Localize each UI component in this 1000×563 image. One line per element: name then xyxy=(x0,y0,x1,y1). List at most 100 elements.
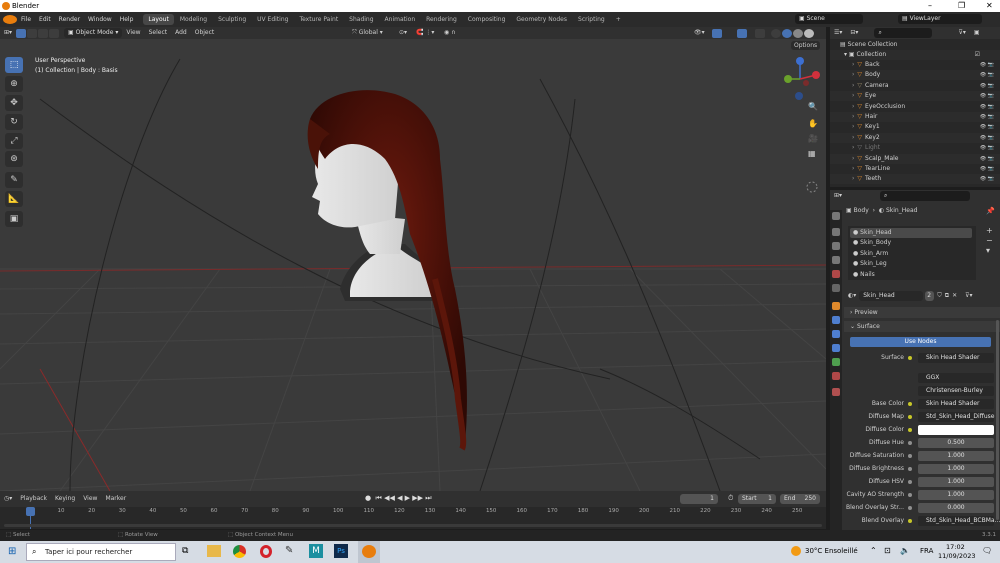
blender-menu-icon[interactable] xyxy=(3,15,17,24)
playhead[interactable] xyxy=(26,507,35,516)
output-tab-icon[interactable] xyxy=(832,242,840,250)
socket-dot-icon[interactable] xyxy=(908,402,912,406)
use-nodes-button[interactable]: Use Nodes xyxy=(850,337,991,347)
menu-select[interactable]: Select xyxy=(145,27,172,39)
socket-dot-icon[interactable] xyxy=(908,441,912,445)
outliner-item[interactable]: › ▽ Key1 👁 📷 xyxy=(830,122,1000,132)
tab-texture-paint[interactable]: Texture Paint xyxy=(294,14,343,25)
tab-geometry-nodes[interactable]: Geometry Nodes xyxy=(511,14,572,25)
menu-object[interactable]: Object xyxy=(191,27,219,39)
property-value-field[interactable]: 0.500 xyxy=(918,438,994,448)
tab-modeling[interactable]: Modeling xyxy=(175,14,212,25)
material-shading-icon[interactable] xyxy=(793,29,803,38)
material-slot[interactable]: ● Skin_Body xyxy=(850,238,972,248)
select-subtract-icon[interactable] xyxy=(38,28,49,38)
pivot-icon[interactable]: ⊙▾ xyxy=(395,27,411,39)
timeline-area[interactable]: 1102030405060708090100110120130140150160… xyxy=(0,507,826,529)
notifications-icon[interactable]: 🗨 xyxy=(982,546,992,555)
wireframe-shading-icon[interactable] xyxy=(771,29,781,38)
texture-tab-icon[interactable] xyxy=(832,388,840,396)
outliner-search[interactable]: ⌕ xyxy=(874,28,933,38)
property-value-field[interactable]: 1.000 xyxy=(918,477,994,487)
expand-arrow-icon[interactable]: › xyxy=(852,82,854,89)
close-icon[interactable]: ✕ xyxy=(986,1,993,10)
slot-specials-button[interactable]: ▾ xyxy=(986,246,993,256)
outliner-item[interactable]: › ▽ Key2 👁 📷 xyxy=(830,132,1000,143)
property-value-field[interactable]: Skin Head Shader xyxy=(918,399,994,409)
zoom-icon[interactable]: 🔍 xyxy=(808,102,818,111)
language-indicator[interactable]: FRA xyxy=(920,547,933,555)
outliner-item[interactable]: › ▽ Body 👁 📷 xyxy=(830,70,1000,81)
menu-help[interactable]: Help xyxy=(116,12,138,27)
property-value-field[interactable]: 0.000 xyxy=(918,503,994,513)
overlay-icon[interactable] xyxy=(737,29,747,38)
chrome-icon[interactable] xyxy=(233,545,246,558)
property-value-field[interactable]: 1.000 xyxy=(918,490,994,500)
taskbar-search-box[interactable]: ⌕ Taper ici pour rechercher xyxy=(26,543,176,561)
visibility-icon[interactable]: 👁 📷 xyxy=(980,122,994,132)
particles-tab-icon[interactable] xyxy=(832,330,840,338)
expand-arrow-icon[interactable]: › xyxy=(852,175,854,182)
preview-range-icon[interactable]: ⏱ xyxy=(728,494,733,503)
xray-icon[interactable] xyxy=(755,29,765,38)
visibility-icon[interactable]: 👁 📷 xyxy=(980,102,994,112)
expand-arrow-icon[interactable]: › xyxy=(852,71,854,78)
socket-dot-icon[interactable] xyxy=(908,480,912,484)
cursor-tool-icon[interactable]: ⊕ xyxy=(5,76,23,92)
3d-viewport[interactable]: User Perspective (1) Collection | Body :… xyxy=(0,39,826,491)
options-button[interactable]: Options xyxy=(791,41,821,50)
visibility-icon[interactable]: 👁 📷 xyxy=(980,81,994,91)
render-tab-icon[interactable] xyxy=(832,228,840,236)
expand-arrow-icon[interactable]: › xyxy=(852,103,854,110)
expand-arrow-icon[interactable]: › xyxy=(852,155,854,162)
expand-arrow-icon[interactable]: › xyxy=(852,123,854,130)
property-value-field[interactable]: Std_Skin_Head_Diffuse xyxy=(918,412,994,422)
tab-layout[interactable]: Layout xyxy=(143,14,174,25)
material-browse-icon[interactable]: ◐▾ xyxy=(848,292,856,299)
data-tab-icon[interactable] xyxy=(832,358,840,366)
socket-dot-icon[interactable] xyxy=(908,415,912,419)
outliner-editor-icon[interactable]: ☰▾ xyxy=(830,27,846,39)
maximize-icon[interactable]: ❐ xyxy=(958,1,965,10)
rotate-tool-icon[interactable]: ↻ xyxy=(5,114,23,130)
end-frame-field[interactable]: End 250 xyxy=(780,494,820,504)
mode-selector[interactable]: ▣ Object Mode ▾ xyxy=(64,28,123,38)
expand-arrow-icon[interactable]: › xyxy=(852,61,854,68)
remove-slot-button[interactable]: − xyxy=(986,236,993,246)
solid-shading-icon[interactable] xyxy=(782,29,792,38)
fake-user-icon[interactable]: ⛉ xyxy=(937,292,942,300)
menu-keying[interactable]: Keying xyxy=(51,493,79,505)
outliner-item[interactable]: › ▽ Back 👁 📷 xyxy=(830,60,1000,70)
properties-editor-icon[interactable]: ⊞▾ xyxy=(830,190,846,202)
proportional-edit-icon[interactable]: ◉ ∩ xyxy=(440,27,460,39)
menu-timeline-view[interactable]: View xyxy=(79,493,101,505)
view-layer-selector[interactable]: ▤ ViewLayer xyxy=(898,14,982,24)
property-value-field[interactable]: Std_Skin_Head_BCBMa... xyxy=(918,516,1000,526)
new-collection-icon[interactable]: ▣ xyxy=(970,27,984,39)
duplicate-material-icon[interactable]: ⧉ xyxy=(945,292,949,300)
expand-arrow-icon[interactable]: › xyxy=(852,113,854,120)
material-slot[interactable]: ● Skin_Leg xyxy=(850,259,972,269)
add-workspace-button[interactable]: + xyxy=(611,14,626,25)
material-slot[interactable]: ● Skin_Head xyxy=(850,228,972,238)
material-filter-icon[interactable]: ⊽▾ xyxy=(965,292,972,299)
surface-panel-header[interactable]: ⌄ Surface xyxy=(844,321,1000,332)
visibility-icon[interactable]: 👁 📷 xyxy=(980,60,994,70)
tab-rendering[interactable]: Rendering xyxy=(421,14,462,25)
expand-arrow-icon[interactable]: › xyxy=(852,165,854,172)
outliner-item[interactable]: › ▽ Eye 👁 📷 xyxy=(830,91,1000,102)
tab-compositing[interactable]: Compositing xyxy=(463,14,511,25)
property-value-field[interactable]: Christensen-Burley xyxy=(918,386,994,396)
editor-type-icon[interactable]: ⊞▾ xyxy=(0,27,16,39)
display-mode-icon[interactable]: ⊟▾ xyxy=(846,27,862,39)
visibility-icon[interactable]: 👁 📷 xyxy=(980,174,994,184)
material-tab-icon[interactable] xyxy=(832,372,840,380)
camera-view-icon[interactable]: 🎥 xyxy=(808,134,818,143)
property-value-field[interactable]: 1.000 xyxy=(918,464,994,474)
visibility-icon[interactable]: 👁 📷 xyxy=(980,70,994,80)
material-name-field[interactable]: Skin_Head xyxy=(859,290,924,301)
expand-arrow-icon[interactable]: › xyxy=(852,92,854,99)
minimize-icon[interactable]: – xyxy=(928,1,932,10)
menu-add[interactable]: Add xyxy=(171,27,191,39)
menu-view[interactable]: View xyxy=(122,27,144,39)
